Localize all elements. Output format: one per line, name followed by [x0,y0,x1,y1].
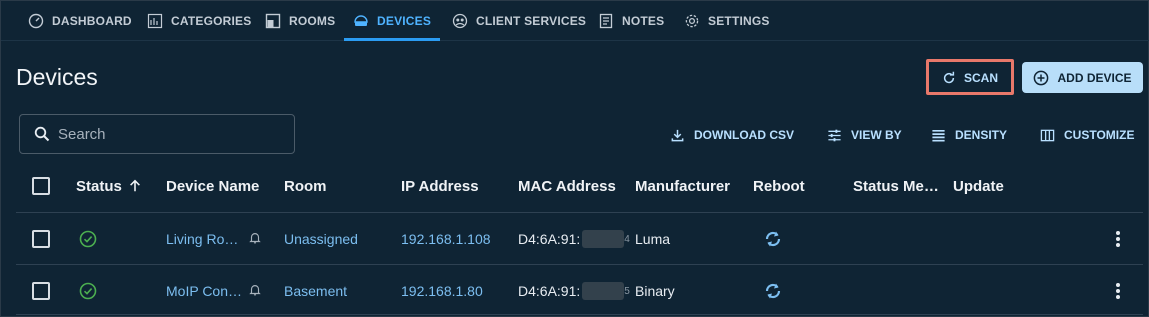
download-csv-button[interactable]: DOWNLOAD CSV [670,125,794,145]
categories-icon [147,13,163,29]
mac-address: D4:6A:91: 4 [518,229,630,249]
devices-icon [354,15,368,26]
density-button[interactable]: DENSITY [931,125,1007,145]
add-device-label: ADD DEVICE [1057,70,1132,85]
add-device-button[interactable]: ADD DEVICE [1022,62,1143,93]
gear-icon [685,14,699,28]
bell-icon[interactable] [248,283,262,297]
header-manufacturer[interactable]: Manufacturer [635,175,730,197]
header-divider [16,212,1143,213]
nav-notes[interactable]: NOTES [598,1,664,41]
mac-address-prefix: D4:6A:91: [518,283,581,299]
scan-button-label: SCAN [963,71,998,85]
row-divider [16,264,1143,265]
header-ip-address[interactable]: IP Address [401,175,479,197]
mac-redaction [582,230,625,248]
scan-button[interactable]: SCAN [931,63,1009,93]
add-circle-icon [1034,70,1049,85]
customize-label: CUSTOMIZE [1064,128,1135,142]
speedometer-icon [28,13,44,29]
manufacturer: Luma [635,231,671,247]
nav-categories[interactable]: CATEGORIES [147,1,251,41]
ip-address-link[interactable]: 192.168.1.108 [401,229,491,249]
search-icon [34,126,50,142]
reboot-icon[interactable] [763,228,783,250]
density-icon [932,129,945,141]
nav-rooms[interactable]: ROOMS [265,1,335,41]
mac-address: D4:6A:91: 5 [518,281,630,301]
device-name-link[interactable]: MoIP Con… [166,281,242,301]
notes-icon [599,13,613,29]
nav-devices[interactable]: DEVICES [353,1,431,41]
room-link[interactable]: Unassigned [284,229,358,249]
status-ok-icon [79,282,97,300]
header-device-name[interactable]: Device Name [166,175,259,197]
nav-settings-label: SETTINGS [708,14,770,28]
rooms-icon [265,13,281,29]
device-name-link[interactable]: Living Ro… [166,229,238,249]
mac-address-suffix: 5 [624,285,630,297]
manufacturer: Binary [635,283,675,299]
mac-redaction [582,282,625,300]
top-nav: DASHBOARD CATEGORIES ROOMS DEVICES CLIEN… [1,1,1149,41]
header-update[interactable]: Update [953,175,1004,197]
row-menu-icon[interactable] [1115,231,1121,247]
header-reboot[interactable]: Reboot [753,175,805,197]
select-all-checkbox[interactable] [32,177,50,195]
nav-settings[interactable]: SETTINGS [684,1,770,41]
nav-devices-label: DEVICES [377,14,432,28]
download-icon [671,129,684,141]
bell-icon[interactable] [248,231,262,245]
mac-address-prefix: D4:6A:91: [518,231,581,247]
search-box[interactable] [19,114,295,154]
header-status-message[interactable]: Status Me… [853,175,939,197]
nav-dashboard[interactable]: DASHBOARD [28,1,132,41]
page-title: Devices [16,64,98,90]
search-input[interactable] [58,125,278,143]
columns-icon [1040,129,1055,141]
nav-notes-label: NOTES [622,14,665,28]
row-divider [16,314,1143,315]
nav-rooms-label: ROOMS [289,14,336,28]
row-checkbox[interactable] [32,230,50,248]
sort-ascending-icon [129,179,140,192]
header-room[interactable]: Room [284,175,327,197]
view-by-label: VIEW BY [851,128,902,142]
nav-dashboard-label: DASHBOARD [52,14,132,28]
tune-icon [828,129,841,141]
view-by-button[interactable]: VIEW BY [827,125,902,145]
nav-client-services-label: CLIENT SERVICES [476,14,587,28]
density-label: DENSITY [955,128,1008,142]
active-tab-indicator [344,38,440,41]
reboot-icon[interactable] [763,280,783,302]
header-status[interactable]: Status [76,175,142,197]
refresh-icon [943,71,955,84]
row-menu-icon[interactable] [1115,283,1121,299]
room-link[interactable]: Basement [284,281,347,301]
download-csv-label: DOWNLOAD CSV [694,128,794,142]
status-ok-icon [79,230,97,248]
nav-client-services[interactable]: CLIENT SERVICES [452,1,586,41]
ip-address-link[interactable]: 192.168.1.80 [401,281,483,301]
header-mac-address[interactable]: MAC Address [518,175,616,197]
client-services-icon [452,13,468,29]
header-status-label: Status [76,177,122,195]
mac-address-suffix: 4 [624,233,630,245]
nav-categories-label: CATEGORIES [171,14,252,28]
row-checkbox[interactable] [32,282,50,300]
customize-button[interactable]: CUSTOMIZE [1040,125,1134,145]
